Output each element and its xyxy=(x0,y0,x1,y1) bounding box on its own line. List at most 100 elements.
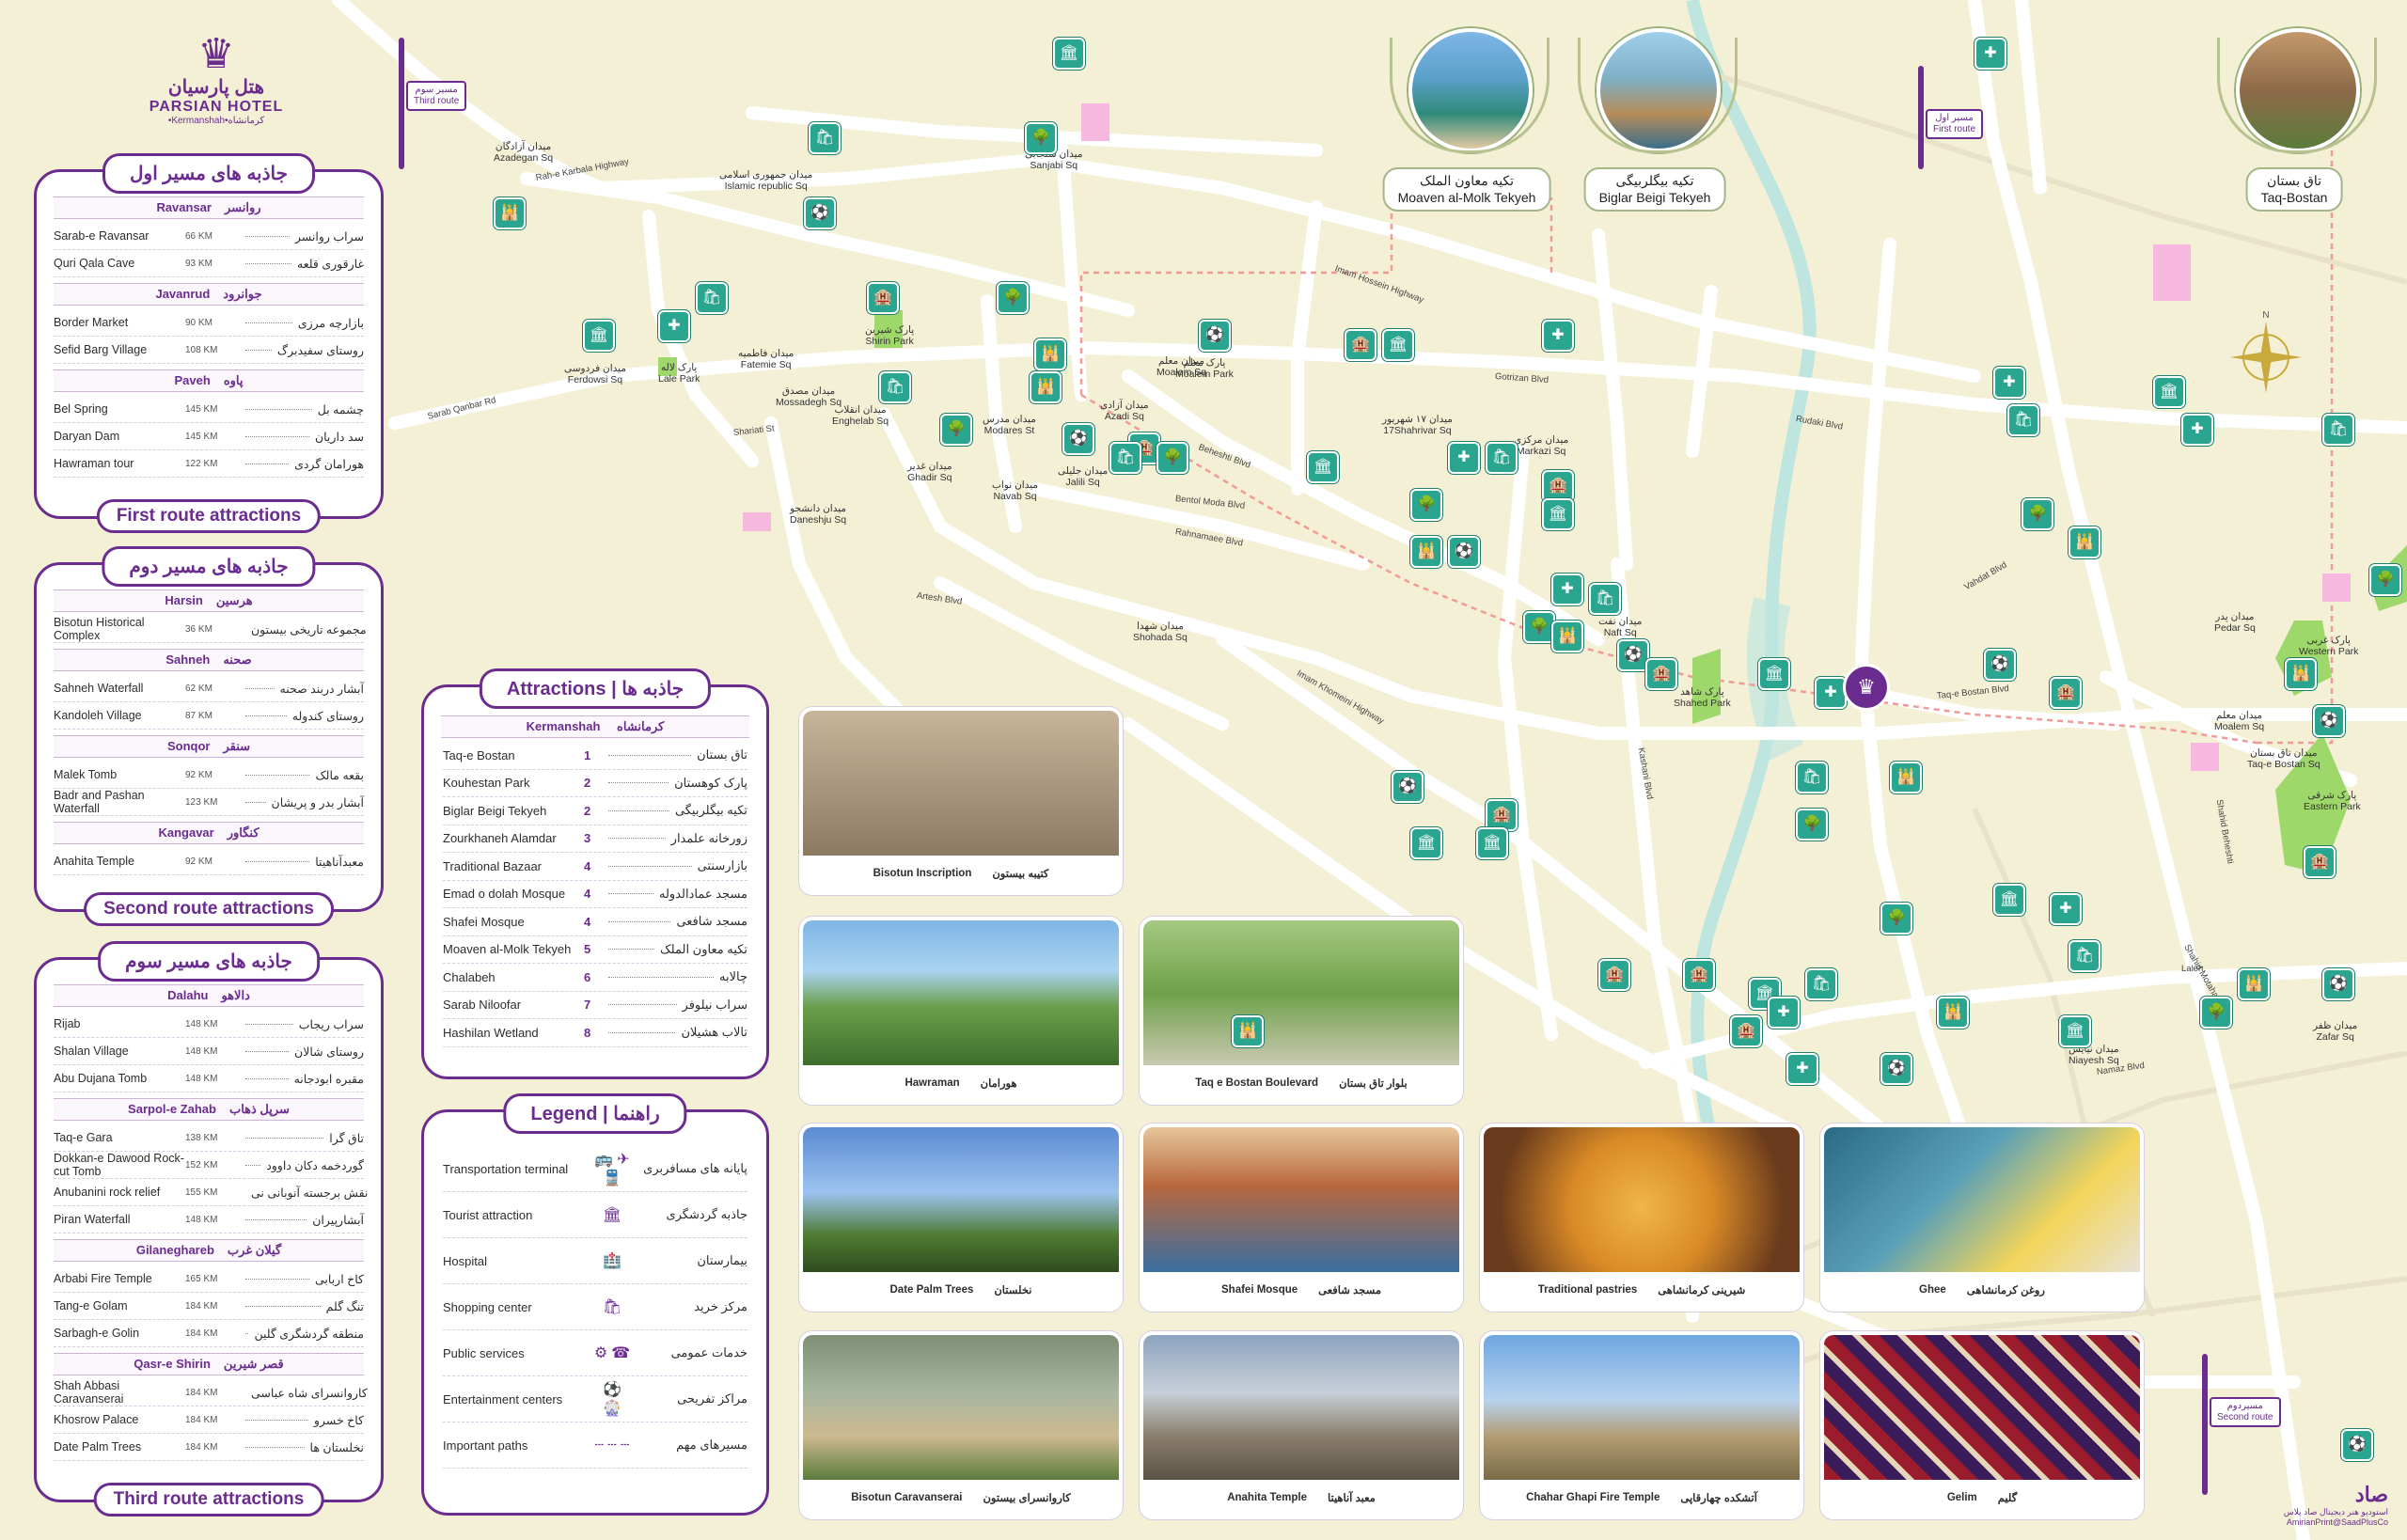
shopping-pin-icon[interactable]: 🛍 xyxy=(1486,442,1518,474)
attraction-pin-icon[interactable]: 🏛 xyxy=(1053,38,1085,70)
entertainment-pin-icon[interactable]: ⚽ xyxy=(1984,649,2016,681)
mosque-pin-icon[interactable]: 🕌 xyxy=(2285,658,2317,690)
hospital-pin-icon[interactable]: ✚ xyxy=(1768,997,1800,1029)
shopping-pin-icon[interactable]: 🛍 xyxy=(1109,442,1141,474)
leader-dots xyxy=(608,865,692,867)
attraction-fa: تکیه معاون الملک xyxy=(660,941,747,956)
mosque-pin-icon[interactable]: 🕌 xyxy=(1410,536,1442,568)
square-fa: میدان دانشجو xyxy=(790,503,847,514)
hospital-pin-icon[interactable]: ✚ xyxy=(1551,574,1583,605)
attraction-pin-icon[interactable]: 🏛 xyxy=(2153,376,2185,408)
attraction-pin-icon[interactable]: 🏛 xyxy=(1758,658,1790,690)
hospital-pin-icon[interactable]: ✚ xyxy=(1786,1053,1818,1085)
hospital-pin-icon[interactable]: ✚ xyxy=(1815,677,1847,709)
entertainment-pin-icon[interactable]: ⚽ xyxy=(1199,320,1231,352)
photo-caption-fa: شیرینی کرمانشاهی xyxy=(1658,1285,1746,1296)
attraction-pin-icon[interactable]: 🏛 xyxy=(1410,827,1442,859)
shopping-pin-icon[interactable]: 🛍 xyxy=(1589,583,1621,615)
sign-board: مسیردوم Second route xyxy=(2210,1397,2281,1427)
hospital-pin-icon[interactable]: ✚ xyxy=(658,310,690,342)
legend-row: Important paths ┄┄┄ مسیرهای مهم xyxy=(443,1422,747,1469)
attraction-pin-icon[interactable]: 🏛 xyxy=(1993,884,2025,916)
hospital-pin-icon[interactable]: ✚ xyxy=(1974,38,2006,70)
shopping-pin-icon[interactable]: 🛍 xyxy=(1796,762,1828,794)
shopping-pin-icon[interactable]: 🛍 xyxy=(2069,940,2100,972)
hotel-pin-icon[interactable]: 🏨 xyxy=(2304,846,2336,878)
square-label: میدان غدیر Ghadir Sq xyxy=(907,461,952,483)
attraction-name-fa: نقش برجسته آنوبانی نی xyxy=(251,1186,369,1200)
park-pin-icon[interactable]: 🌳 xyxy=(1880,903,1912,935)
entertainment-pin-icon[interactable]: ⚽ xyxy=(1880,1053,1912,1085)
mosque-pin-icon[interactable]: 🕌 xyxy=(1937,997,1969,1029)
park-pin-icon[interactable]: 🌳 xyxy=(2022,498,2053,530)
hotel-pin-icon[interactable]: 🏨 xyxy=(1345,329,1377,361)
entertainment-pin-icon[interactable]: ⚽ xyxy=(1062,423,1094,455)
attraction-pin-icon[interactable]: 🏛 xyxy=(583,320,615,352)
park-pin-icon[interactable]: 🌳 xyxy=(2369,564,2401,596)
attraction-number: 4 xyxy=(584,914,591,929)
entertainment-pin-icon[interactable]: ⚽ xyxy=(2322,968,2354,1000)
park-pin-icon[interactable]: 🌳 xyxy=(997,282,1029,314)
mosque-pin-icon[interactable]: 🕌 xyxy=(494,197,526,229)
attractions-title: Attractions | جاذبه ها xyxy=(479,668,712,709)
hospital-pin-icon[interactable]: ✚ xyxy=(2181,414,2213,446)
mosque-pin-icon[interactable]: 🕌 xyxy=(2069,526,2100,558)
hotel-pin-icon[interactable]: 🏨 xyxy=(1645,658,1677,690)
attraction-distance: 165 KM xyxy=(185,1273,218,1284)
hotel-pin-icon[interactable]: 🏨 xyxy=(1542,470,1574,502)
shopping-pin-icon[interactable]: 🛍 xyxy=(2007,404,2039,436)
mosque-pin-icon[interactable]: 🕌 xyxy=(1232,1015,1264,1047)
attraction-pin-icon[interactable]: 🏛 xyxy=(2059,1015,2091,1047)
route-group-title: Paveh پاوه xyxy=(54,369,364,392)
park-fa: پارک شیرین xyxy=(865,324,915,336)
entertainment-pin-icon[interactable]: ⚽ xyxy=(1392,771,1424,803)
park-pin-icon[interactable]: 🌳 xyxy=(1156,442,1188,474)
hotel-pin-icon[interactable]: 🏨 xyxy=(1598,959,1630,991)
attraction-pin-icon[interactable]: 🏛 xyxy=(1542,498,1574,530)
shopping-pin-icon[interactable]: 🛍 xyxy=(879,371,911,403)
photo-image xyxy=(803,1127,1119,1272)
park-pin-icon[interactable]: 🌳 xyxy=(940,414,972,446)
square-en: Islamic republic Sq xyxy=(724,181,808,193)
hotel-location-icon[interactable]: ♛ xyxy=(1843,664,1890,711)
entertainment-pin-icon[interactable]: ⚽ xyxy=(804,197,836,229)
entertainment-pin-icon[interactable]: ⚽ xyxy=(2341,1429,2373,1461)
park-pin-icon[interactable]: 🌳 xyxy=(1410,489,1442,521)
entertainment-pin-icon[interactable]: ⚽ xyxy=(1448,536,1480,568)
legend-label-en: Public services xyxy=(443,1345,525,1360)
attraction-name-en: Quri Qala Cave xyxy=(54,257,135,270)
mosque-pin-icon[interactable]: 🕌 xyxy=(2238,968,2270,1000)
attraction-name-fa: غارقوری قلعه xyxy=(297,257,364,271)
park-pin-icon[interactable]: 🌳 xyxy=(1523,611,1555,643)
park-pin-icon[interactable]: 🌳 xyxy=(1025,122,1057,154)
hotel-pin-icon[interactable]: 🏨 xyxy=(1730,1015,1762,1047)
shopping-pin-icon[interactable]: 🛍 xyxy=(2322,414,2354,446)
entertainment-pin-icon[interactable]: ⚽ xyxy=(2313,705,2345,737)
attraction-pin-icon[interactable]: 🏛 xyxy=(1307,451,1339,483)
attraction-pin-icon[interactable]: 🏛 xyxy=(1382,329,1414,361)
shopping-pin-icon[interactable]: 🛍 xyxy=(696,282,728,314)
hospital-pin-icon[interactable]: ✚ xyxy=(1448,442,1480,474)
hotel-pin-icon[interactable]: 🏨 xyxy=(1683,959,1715,991)
mosque-pin-icon[interactable]: 🕌 xyxy=(1030,371,1062,403)
photo-caption: Hawraman هورامان xyxy=(803,1065,1119,1101)
hospital-pin-icon[interactable]: ✚ xyxy=(1542,320,1574,352)
mosque-pin-icon[interactable]: 🕌 xyxy=(1034,338,1066,370)
hotel-pin-icon[interactable]: 🏨 xyxy=(2050,677,2082,709)
hotel-pin-icon[interactable]: 🏨 xyxy=(867,282,899,314)
park-pin-icon[interactable]: 🌳 xyxy=(1796,809,1828,841)
attraction-pin-icon[interactable]: 🏛 xyxy=(1476,827,1508,859)
shopping-pin-icon[interactable]: 🛍 xyxy=(809,122,841,154)
park-pin-icon[interactable]: 🌳 xyxy=(2200,997,2232,1029)
entertainment-pin-icon[interactable]: ⚽ xyxy=(1617,639,1649,671)
square-fa: میدان پدر xyxy=(2215,611,2255,622)
hospital-pin-icon[interactable]: ✚ xyxy=(1993,367,2025,399)
mosque-pin-icon[interactable]: 🕌 xyxy=(1551,621,1583,652)
mosque-pin-icon[interactable]: 🕌 xyxy=(1890,762,1922,794)
square-fa: میدان فاطمیه xyxy=(738,348,794,359)
hotel-pin-icon[interactable]: 🏨 xyxy=(1486,799,1518,831)
group-title-fa: سنقر xyxy=(223,739,251,753)
shopping-pin-icon[interactable]: 🛍 xyxy=(1805,968,1837,1000)
attraction-distance: 148 KM xyxy=(185,1073,218,1084)
hospital-pin-icon[interactable]: ✚ xyxy=(2050,893,2082,925)
